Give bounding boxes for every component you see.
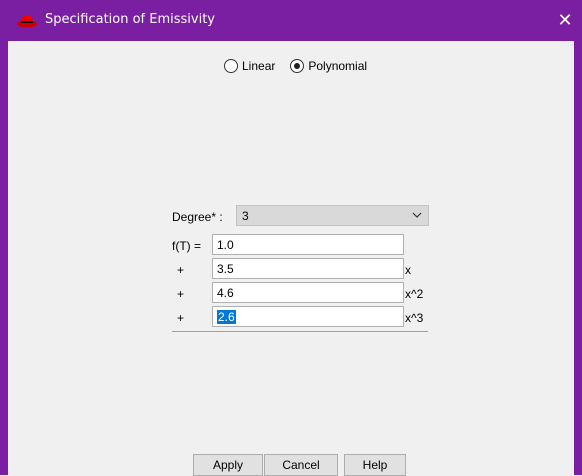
coefficient-0-input[interactable]: 1.0: [212, 234, 404, 255]
coefficient-0-value: 1.0: [217, 237, 234, 252]
coefficient-1-input[interactable]: 3.5: [212, 258, 404, 279]
close-button[interactable]: ✕: [548, 0, 582, 41]
close-icon: ✕: [557, 10, 573, 30]
radio-linear-label: Linear: [242, 59, 276, 73]
radio-linear[interactable]: Linear: [224, 59, 275, 73]
apply-button[interactable]: Apply: [193, 454, 263, 476]
term-2-operator: +: [177, 287, 185, 301]
degree-value: 3: [242, 208, 249, 223]
degree-label: Degree* :: [172, 210, 223, 224]
term-1-operator: +: [177, 263, 185, 277]
radio-polynomial-indicator[interactable]: [290, 59, 305, 73]
divider: [172, 331, 428, 332]
radio-polynomial[interactable]: Polynomial: [290, 59, 367, 73]
dialog-content: Linear Polynomial Degree* : 3 f(T) = 1.0…: [8, 41, 574, 476]
mode-radio-group: Linear Polynomial: [224, 59, 382, 73]
coefficient-1-value: 3.5: [217, 261, 234, 276]
term-3-operator: +: [177, 311, 185, 325]
coefficient-3-input[interactable]: 2.6: [212, 306, 404, 327]
window-frame-left: [0, 41, 8, 475]
red-hat-icon: [17, 15, 37, 28]
degree-select[interactable]: 3: [236, 205, 429, 226]
cancel-button[interactable]: Cancel: [264, 454, 338, 476]
chevron-down-icon: [412, 212, 422, 218]
coefficient-2-value: 4.6: [217, 285, 234, 300]
term-3-suffix: x^3: [405, 311, 424, 325]
coefficient-2-input[interactable]: 4.6: [212, 282, 404, 303]
title-bar: Specification of Emissivity ✕: [0, 0, 582, 41]
help-button[interactable]: Help: [344, 454, 406, 476]
radio-linear-indicator[interactable]: [224, 59, 238, 73]
coefficient-3-value: 2.6: [217, 309, 236, 324]
window-title: Specification of Emissivity: [45, 12, 216, 27]
window-frame-right: [574, 41, 582, 475]
radio-polynomial-label: Polynomial: [308, 59, 368, 73]
term-2-suffix: x^2: [405, 287, 424, 301]
term-1-suffix: x: [405, 263, 411, 277]
function-label: f(T) =: [172, 239, 201, 253]
